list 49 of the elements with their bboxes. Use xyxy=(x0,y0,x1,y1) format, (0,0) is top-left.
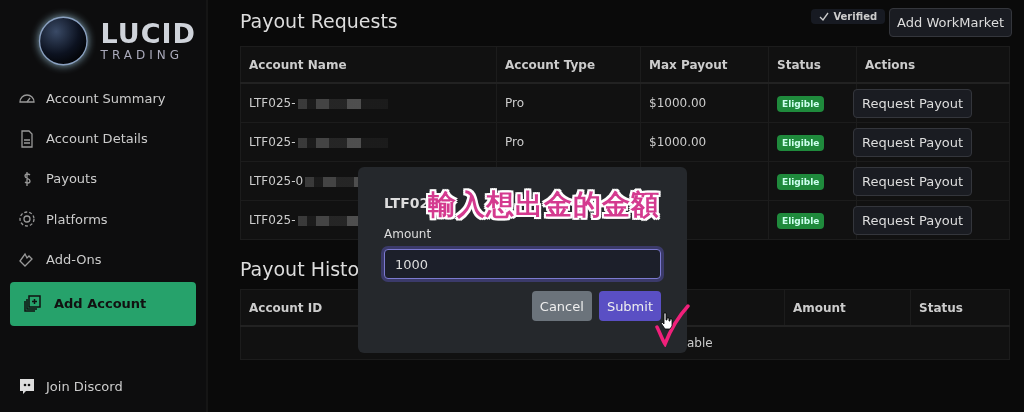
account-name: LTF025- xyxy=(249,135,296,149)
column-header: Account Type xyxy=(496,46,641,83)
logo-title: LUCID xyxy=(100,20,196,48)
add-workmarket-button[interactable]: Add WorkMarket xyxy=(889,8,1012,37)
request-payout-button[interactable]: Request Payout xyxy=(853,127,973,157)
request-payout-button[interactable]: Request Payout xyxy=(853,205,973,235)
cancel-button[interactable]: Cancel xyxy=(531,291,592,321)
add-account-button[interactable]: Add Account xyxy=(10,281,196,326)
max-payout: $1000.00 xyxy=(649,135,707,149)
column-header: Status xyxy=(768,46,857,83)
account-type: Pro xyxy=(505,96,525,110)
status-label: Eligible xyxy=(777,213,825,229)
empty-message: able xyxy=(687,336,713,350)
chat-icon xyxy=(18,377,36,396)
column-header: Actions xyxy=(856,46,1010,83)
sidebar-item[interactable]: Account Details xyxy=(10,118,196,159)
account-name: LTF025-0 xyxy=(249,174,304,188)
submit-button[interactable]: Submit xyxy=(598,291,661,321)
check-icon xyxy=(819,12,830,21)
status-label: Eligible xyxy=(777,135,825,151)
sidebar-item[interactable]: Join Discord xyxy=(10,365,196,407)
verified-badge: Verified xyxy=(811,9,886,24)
account-name: LTF025- xyxy=(249,96,296,110)
column-header: Amount xyxy=(793,300,846,315)
logo-subtitle: TRADING xyxy=(100,48,183,62)
column-header: Account Name xyxy=(240,46,497,83)
sidebar-item[interactable]: Add-Ons xyxy=(10,239,196,280)
amount-field[interactable]: 1000 xyxy=(384,249,661,279)
column-header: Max Payout xyxy=(640,46,769,83)
document-icon xyxy=(18,129,36,148)
section-title: Payout Histo xyxy=(240,258,360,280)
annotation-caption: 輸入想出金的金額 xyxy=(428,187,660,223)
sidebar-item[interactable]: Account Summary xyxy=(10,78,196,119)
field-label: Amount xyxy=(384,227,433,241)
column-header: Status xyxy=(919,300,963,315)
status-label: Eligible xyxy=(777,174,825,190)
sidebar-item[interactable]: Payouts xyxy=(10,158,196,200)
add-stack-icon xyxy=(24,294,42,313)
gear-icon xyxy=(18,210,36,229)
request-payout-button[interactable]: Request Payout xyxy=(853,166,973,196)
hand-cursor-icon xyxy=(660,312,674,330)
page-title: Payout Requests xyxy=(240,10,398,32)
request-payout-button[interactable]: Request Payout xyxy=(853,88,973,118)
max-payout: $1000.00 xyxy=(649,96,707,110)
sidebar-item[interactable]: Platforms xyxy=(10,199,196,240)
account-type: Pro xyxy=(505,135,525,149)
account-name: LTF025- xyxy=(249,213,296,227)
status-label: Eligible xyxy=(777,96,825,112)
column-header: Account ID xyxy=(249,300,323,315)
